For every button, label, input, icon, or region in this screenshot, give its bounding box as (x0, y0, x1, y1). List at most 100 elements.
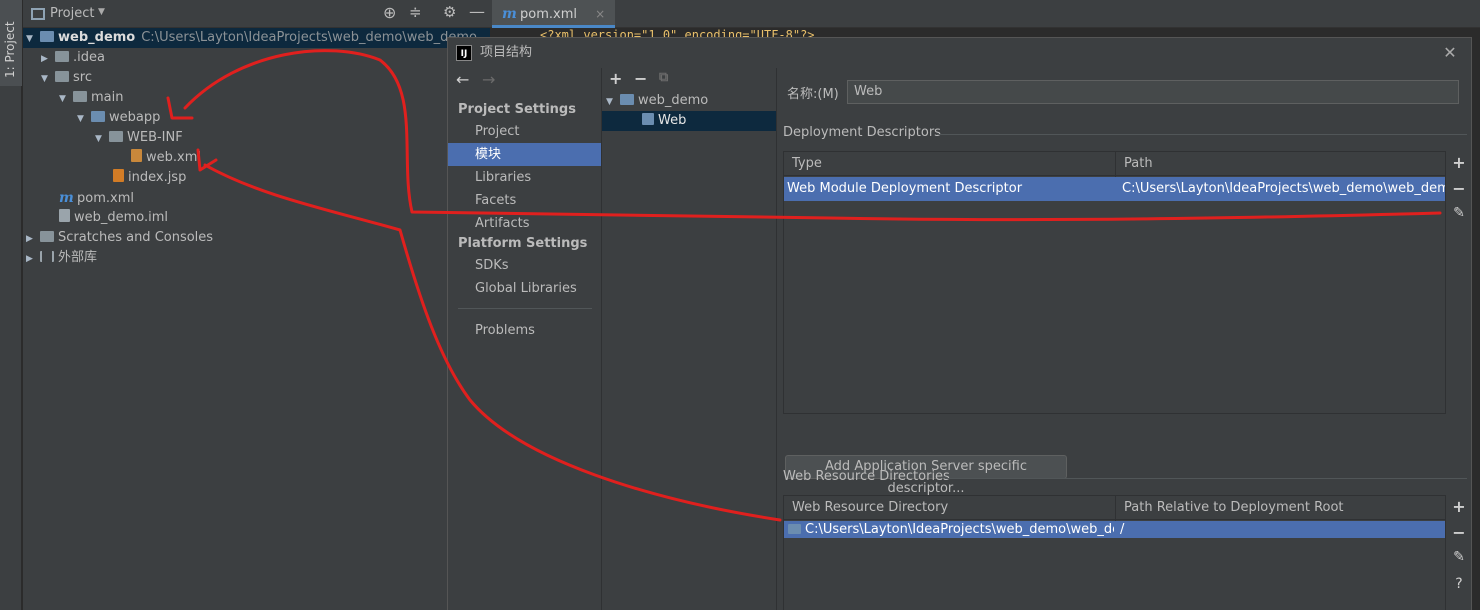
tree-item-label: web.xml (146, 150, 201, 165)
nav-item-global-libraries[interactable]: Global Libraries (448, 277, 601, 300)
help-icon[interactable]: ? (1446, 576, 1472, 592)
collapse-all-icon[interactable]: ≑ (409, 3, 422, 21)
name-label: 名称:(M) (787, 87, 839, 102)
nav-item-project[interactable]: Project (448, 120, 601, 143)
resource-directory-cell: C:\Users\Layton\IdeaProjects\web_demo\we… (784, 518, 1114, 542)
web-resource-directories-table: Web Resource Directory Path Relative to … (783, 495, 1447, 610)
edit-icon[interactable]: ✎ (1446, 549, 1472, 565)
column-header-path[interactable]: Path (1116, 152, 1446, 176)
table-row[interactable]: Web Module Deployment Descriptor C:\User… (784, 177, 1446, 201)
tree-item-main[interactable]: ▼ main (59, 88, 123, 108)
nav-item-sdks[interactable]: SDKs (448, 254, 601, 277)
remove-icon[interactable]: − (1446, 179, 1472, 198)
arrow-right-icon[interactable]: → (482, 70, 495, 89)
chevron-down-icon[interactable]: ▼ (98, 7, 105, 17)
column-header-directory[interactable]: Web Resource Directory (784, 496, 1114, 520)
tool-window-strip: 1: Project (0, 0, 22, 610)
tree-item-webapp[interactable]: ▼ webapp (77, 108, 160, 128)
web-resource-directories-label: Web Resource Directories (783, 469, 950, 484)
table-row[interactable]: C:\Users\Layton\IdeaProjects\web_demo\we… (784, 521, 1446, 538)
nav-item-facets[interactable]: Facets (448, 189, 601, 212)
maven-icon: m (502, 6, 517, 22)
close-tab-icon[interactable]: × (595, 7, 605, 21)
nav-item-artifacts[interactable]: Artifacts (448, 212, 601, 235)
expand-arrow-icon[interactable]: ▼ (95, 129, 109, 149)
tree-item-idea[interactable]: ▶ .idea (41, 48, 105, 68)
locate-icon[interactable]: ⊕ (383, 3, 396, 22)
module-path: C:\Users\Layton\IdeaProjects\web_demo\we… (141, 30, 477, 45)
column-header-relative-path[interactable]: Path Relative to Deployment Root (1116, 496, 1446, 520)
tree-item-label: main (91, 90, 124, 105)
remove-icon[interactable]: − (1446, 523, 1472, 542)
name-input[interactable]: Web (847, 80, 1459, 104)
descriptors-toolbar: + − ✎ (1445, 151, 1471, 414)
expand-arrow-icon[interactable]: ▶ (41, 49, 55, 69)
resource-toolbar: + − ✎ ? (1445, 495, 1471, 610)
tree-item-web-demo-iml[interactable]: web_demo.iml (59, 208, 168, 228)
web-facet-icon (642, 113, 654, 125)
section-divider (945, 478, 1467, 479)
editor-tab-label: pom.xml (520, 7, 577, 22)
tree-item-label: webapp (109, 110, 161, 125)
close-icon[interactable]: ✕ (1438, 38, 1462, 68)
tree-item-label: Scratches and Consoles (58, 230, 214, 245)
tree-item-label: web_demo.iml (74, 210, 169, 225)
descriptor-path-cell: C:\Users\Layton\IdeaProjects\web_demo\we… (1122, 181, 1446, 196)
project-tool-label[interactable]: 1: Project (3, 21, 17, 78)
dialog-title-bar: IJ 项目结构 ✕ (448, 38, 1471, 68)
scratches-icon (40, 231, 54, 242)
expand-arrow-icon[interactable]: ▼ (41, 69, 55, 89)
editor-tab-pom[interactable]: m pom.xml × (492, 0, 616, 28)
add-icon[interactable]: + (1446, 497, 1472, 516)
expand-arrow-icon[interactable]: ▼ (606, 92, 620, 112)
tree-item-pom-xml[interactable]: m pom.xml (59, 188, 134, 208)
xml-file-icon (131, 149, 142, 162)
nav-item-modules[interactable]: 模块 (448, 143, 601, 166)
module-label: web_demo (638, 93, 709, 108)
nav-item-problems[interactable]: Problems (448, 319, 601, 342)
expand-arrow-icon[interactable]: ▼ (59, 89, 73, 109)
module-item-web-demo[interactable]: ▼ web_demo (602, 91, 776, 111)
gear-icon[interactable]: ⚙ (443, 3, 456, 21)
descriptor-type-cell: Web Module Deployment Descriptor (787, 181, 1023, 196)
tree-item-label: web_demo (58, 30, 136, 45)
web-folder-icon (91, 111, 105, 122)
tree-item-web-inf[interactable]: ▼ WEB-INF (95, 128, 183, 148)
settings-nav: ← → Project Settings Project 模块 Librarie… (448, 68, 602, 610)
project-view-title[interactable]: Project (50, 6, 94, 21)
folder-icon (55, 71, 69, 82)
folder-icon (788, 524, 801, 534)
project-panel-header: Project ▼ ⊕ ≑ ⚙ — (23, 0, 490, 28)
copy-icon[interactable]: ⧉ (659, 70, 668, 85)
tree-item-web-xml[interactable]: web.xml (131, 148, 201, 168)
add-icon[interactable]: + (609, 69, 622, 88)
project-settings-header: Project Settings (458, 102, 576, 117)
module-item-web[interactable]: Web (602, 111, 776, 131)
nav-divider (458, 308, 592, 309)
expand-arrow-icon[interactable]: ▼ (26, 29, 40, 49)
tree-item-label: src (73, 70, 92, 85)
minimize-icon[interactable]: — (469, 2, 485, 21)
folder-icon (73, 91, 87, 102)
tree-item-scratches[interactable]: ▶ Scratches and Consoles (23, 228, 213, 248)
expand-arrow-icon[interactable]: ▶ (26, 249, 40, 269)
expand-arrow-icon[interactable]: ▶ (26, 229, 40, 249)
tree-item-label: WEB-INF (127, 130, 183, 145)
tree-item-external-libraries[interactable]: ▶ 外部库 (23, 248, 97, 268)
resource-directory-value: C:\Users\Layton\IdeaProjects\web_demo\we… (805, 522, 1114, 537)
arrow-left-icon[interactable]: ← (456, 70, 469, 89)
intellij-logo-icon: IJ (456, 45, 472, 61)
editor-tab-bar: m pom.xml × (490, 0, 1480, 28)
jsp-file-icon (113, 169, 124, 182)
tree-item-web-demo[interactable]: ▼ web_demo C:\Users\Layton\IdeaProjects\we… (23, 28, 490, 48)
add-icon[interactable]: + (1446, 153, 1472, 172)
column-header-type[interactable]: Type (784, 152, 1114, 176)
tree-item-src[interactable]: ▼ src (41, 68, 92, 88)
module-folder-icon (40, 31, 54, 42)
expand-arrow-icon[interactable]: ▼ (77, 109, 91, 129)
nav-item-libraries[interactable]: Libraries (448, 166, 601, 189)
project-view-icon (31, 8, 45, 20)
remove-icon[interactable]: − (634, 69, 647, 88)
tree-item-index-jsp[interactable]: index.jsp (113, 168, 186, 188)
edit-icon[interactable]: ✎ (1446, 205, 1472, 221)
